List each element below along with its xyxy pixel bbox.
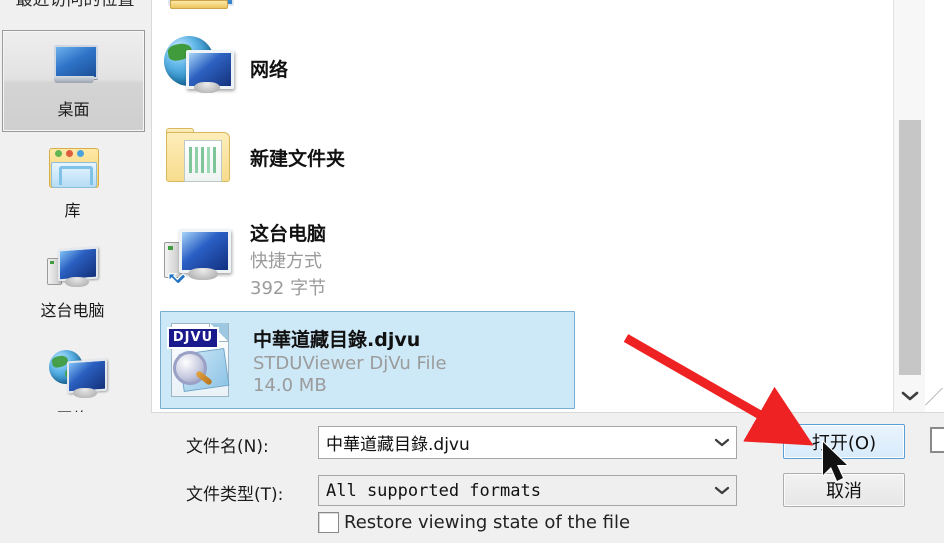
- chevron-down-icon[interactable]: [708, 436, 736, 450]
- list-right-gutter: [925, 0, 944, 412]
- cancel-button[interactable]: 取消: [783, 473, 905, 507]
- file-type-value: All supported formats: [326, 480, 541, 501]
- file-open-dialog: 最近访问的位置 桌面 库 这台电脑 网络 新建文件夹 这台电脑 快捷方式 392…: [0, 0, 944, 543]
- djvu-file-icon: DJVU: [165, 321, 239, 399]
- list-item-name: 这台电脑: [250, 222, 327, 245]
- file-type-label: 文件类型(T):: [186, 485, 284, 505]
- scrollbar-thumb[interactable]: [899, 120, 921, 375]
- edge-checkbox-partial[interactable]: [930, 427, 944, 453]
- shortcut-overlay-icon: [166, 268, 187, 288]
- cancel-button-label: 取消: [826, 481, 862, 502]
- list-item-size: 392 字节: [250, 277, 327, 299]
- chevron-down-icon[interactable]: [894, 380, 926, 412]
- resize-grip[interactable]: [925, 388, 944, 412]
- places-item-this-pc[interactable]: 这台电脑: [2, 232, 143, 332]
- places-item-this-pc-label: 这台电脑: [40, 300, 105, 320]
- open-button-label: 打开(O): [811, 432, 877, 454]
- places-item-library[interactable]: 库: [2, 132, 143, 232]
- list-item-name: 中華道藏目錄.djvu: [253, 328, 421, 351]
- file-name-input[interactable]: 中華道藏目錄.djvu: [318, 426, 737, 459]
- restore-state-checkbox[interactable]: [318, 512, 339, 533]
- this-pc-icon: [45, 244, 101, 294]
- file-list[interactable]: 网络 新建文件夹 这台电脑 快捷方式 392 字节 DJVU 中華道藏目錄.dj…: [151, 0, 894, 412]
- folder-icon: [164, 126, 236, 188]
- open-button[interactable]: 打开(O): [783, 424, 905, 459]
- footer-divider: [151, 412, 944, 413]
- places-item-library-label: 库: [64, 200, 81, 220]
- list-item[interactable]: [166, 0, 706, 20]
- shortcut-pc-icon: [164, 226, 236, 292]
- list-item-name: 网络: [250, 58, 289, 81]
- list-item-name: 新建文件夹: [250, 147, 346, 170]
- desktop-monitor-icon: [46, 43, 102, 93]
- chevron-down-icon[interactable]: [708, 484, 736, 498]
- places-item-desktop-label: 桌面: [57, 99, 90, 119]
- file-name-label: 文件名(N):: [186, 437, 269, 457]
- restore-state-label: Restore viewing state of the file: [344, 512, 631, 533]
- file-list-scrollbar[interactable]: [893, 0, 926, 412]
- list-item-size: 14.0 MB: [253, 374, 327, 396]
- file-type-select[interactable]: All supported formats: [318, 475, 737, 506]
- list-item-subtitle: 快捷方式: [250, 250, 322, 272]
- list-item[interactable]: 网络: [164, 25, 704, 111]
- network-globe-icon: [164, 32, 236, 104]
- list-item[interactable]: 这台电脑 快捷方式 392 字节: [164, 218, 704, 300]
- list-item[interactable]: 新建文件夹: [164, 118, 704, 196]
- homegroup-icon: [166, 0, 234, 18]
- places-item-recent-label[interactable]: 最近访问的位置: [0, 0, 150, 13]
- file-name-value: 中華道藏目錄.djvu: [326, 435, 470, 455]
- restore-state-checkbox-row[interactable]: Restore viewing state of the file: [318, 512, 630, 533]
- list-item-subtitle: STDUViewer DjVu File: [253, 352, 447, 374]
- places-item-desktop[interactable]: 桌面: [2, 30, 145, 132]
- library-folder-icon: [45, 144, 101, 194]
- list-item-selected[interactable]: DJVU 中華道藏目錄.djvu STDUViewer DjVu File 14…: [160, 311, 575, 409]
- djvu-tag-label: DJVU: [167, 327, 219, 349]
- network-globe-icon: [45, 349, 107, 402]
